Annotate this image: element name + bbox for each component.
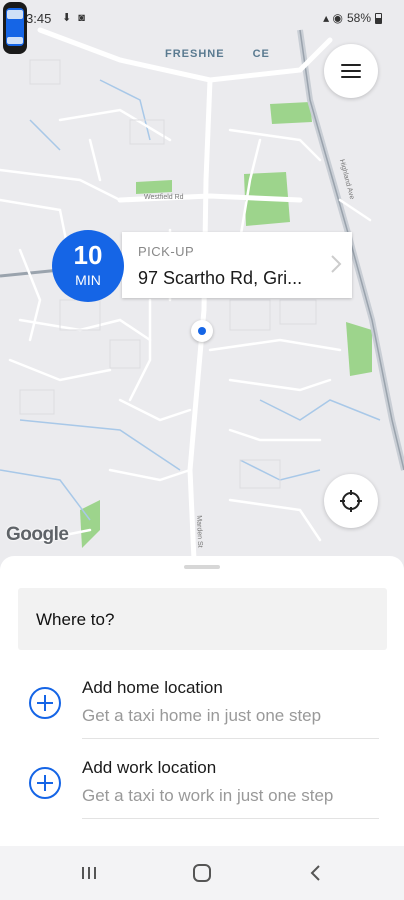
notification-icons: ⬇ ◙ [62,12,87,24]
destination-search-placeholder: Where to? [36,610,115,629]
map-area-label: FRESHNE [165,48,225,60]
battery-icon [375,12,382,24]
add-work-location-button[interactable]: Add work location Get a taxi to work in … [0,738,404,816]
add-home-location-button[interactable]: Add home location Get a taxi home in jus… [0,658,404,736]
pickup-info[interactable]: PICK-UP 97 Scartho Rd, Gri... [122,232,352,298]
status-right-icons: ▴ ◉ 58% [323,11,382,25]
bottom-sheet: Where to? Add home location Get a taxi h… [0,556,404,846]
system-nav-bar [0,846,404,900]
plus-circle-icon [29,687,61,719]
street-label: Marden St [195,515,204,548]
home-icon [193,864,211,882]
pickup-label: PICK-UP [138,244,195,259]
crosshair-icon [340,490,362,512]
recent-apps-icon [82,867,96,879]
pickup-card[interactable]: PICK-UP 97 Scartho Rd, Gri... 10 MIN [52,230,352,302]
divider [82,818,379,819]
map-area-label-tail: CE [252,48,270,60]
plus-circle-icon [29,767,61,799]
home-button[interactable] [187,860,217,886]
eta-unit: MIN [75,272,101,288]
pickup-address: 97 Scartho Rd, Gri... [138,268,303,288]
status-bar: 3:45 ⬇ ◙ ▴ ◉ 58% [0,0,404,36]
destination-search-field[interactable]: Where to? [18,588,387,650]
shortcut-title: Add work location [82,758,217,777]
eta-value: 10 [73,240,103,270]
street-label: Westfield Rd [144,194,184,201]
current-location-marker [191,320,213,342]
google-logo: Google [6,524,69,545]
signal-icon: ▴ ◉ [323,11,343,25]
back-icon [310,865,320,881]
recenter-button[interactable] [324,474,378,528]
chevron-right-icon [331,255,342,273]
battery-percent: 58% [346,11,371,25]
drag-handle[interactable] [184,565,220,569]
recent-apps-button[interactable] [74,860,104,886]
eta-badge: 10 MIN [52,230,124,302]
back-button[interactable] [300,860,330,886]
shortcut-subtitle: Get a taxi home in just one step [82,706,322,725]
status-time: 3:45 [26,11,52,26]
shortcut-title: Add home location [82,678,223,697]
hamburger-icon [341,63,361,79]
menu-button[interactable] [324,44,378,98]
shortcut-subtitle: Get a taxi to work in just one step [82,786,334,805]
